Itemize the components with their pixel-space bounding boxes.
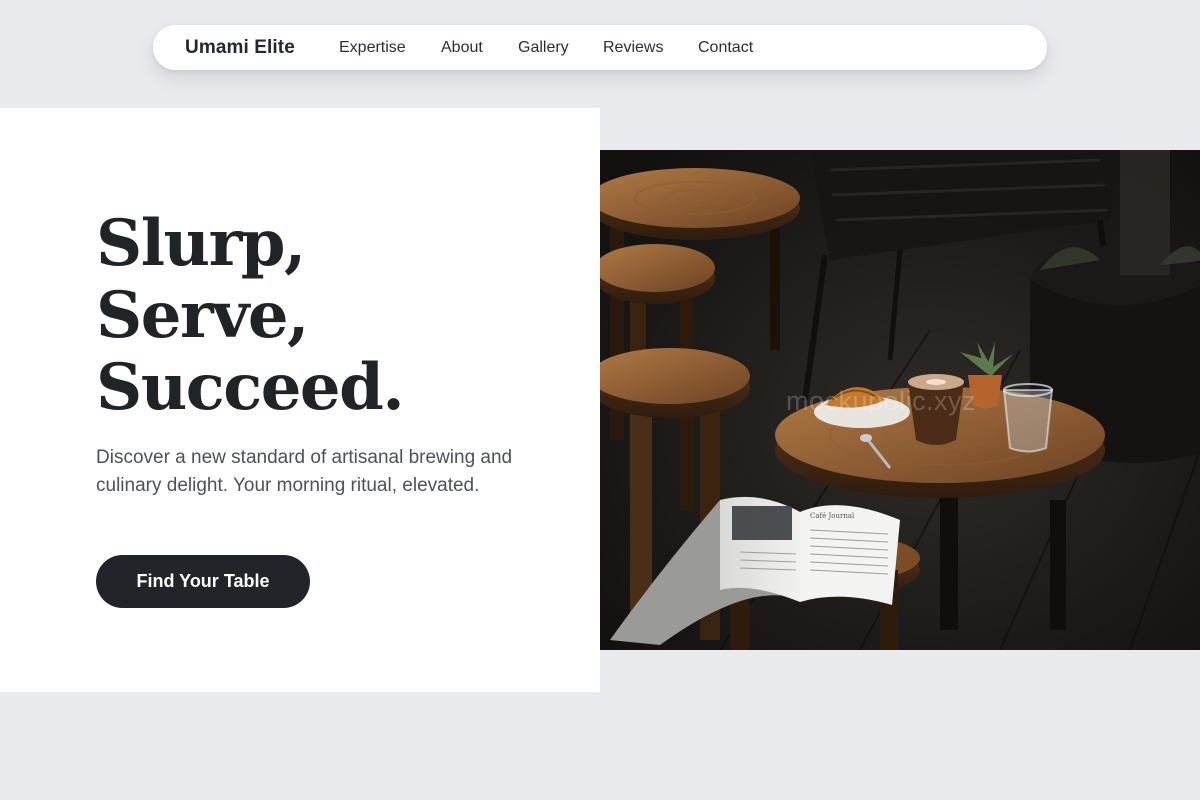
find-table-button[interactable]: Find Your Table [96, 555, 310, 608]
hero-subtitle: Discover a new standard of artisanal bre… [96, 447, 513, 496]
nav-link-contact[interactable]: Contact [698, 25, 753, 70]
nav-link-reviews[interactable]: Reviews [603, 25, 663, 70]
nav-link-expertise[interactable]: Expertise [339, 25, 406, 70]
hero-card: Slurp, Serve, Succeed. Discover a new st… [0, 108, 600, 692]
magazine-title: Café Journal [810, 512, 855, 520]
brand-logo[interactable]: Umami Elite [185, 25, 295, 70]
hero-cafe-photo: Café Journal mockupolic.xyz [600, 150, 1200, 650]
nav-link-about[interactable]: About [441, 25, 483, 70]
headline-line-2: Serve, [96, 278, 309, 353]
photo-watermark: mockupolic.xyz [786, 386, 977, 416]
nav-link-gallery[interactable]: Gallery [518, 25, 569, 70]
top-navbar: Umami Elite Expertise About Gallery Revi… [153, 25, 1047, 70]
headline-line-1: Slurp, [96, 206, 306, 281]
hero-headline: Slurp, Serve, Succeed. [96, 206, 405, 425]
headline-line-3: Succeed. [96, 350, 405, 425]
